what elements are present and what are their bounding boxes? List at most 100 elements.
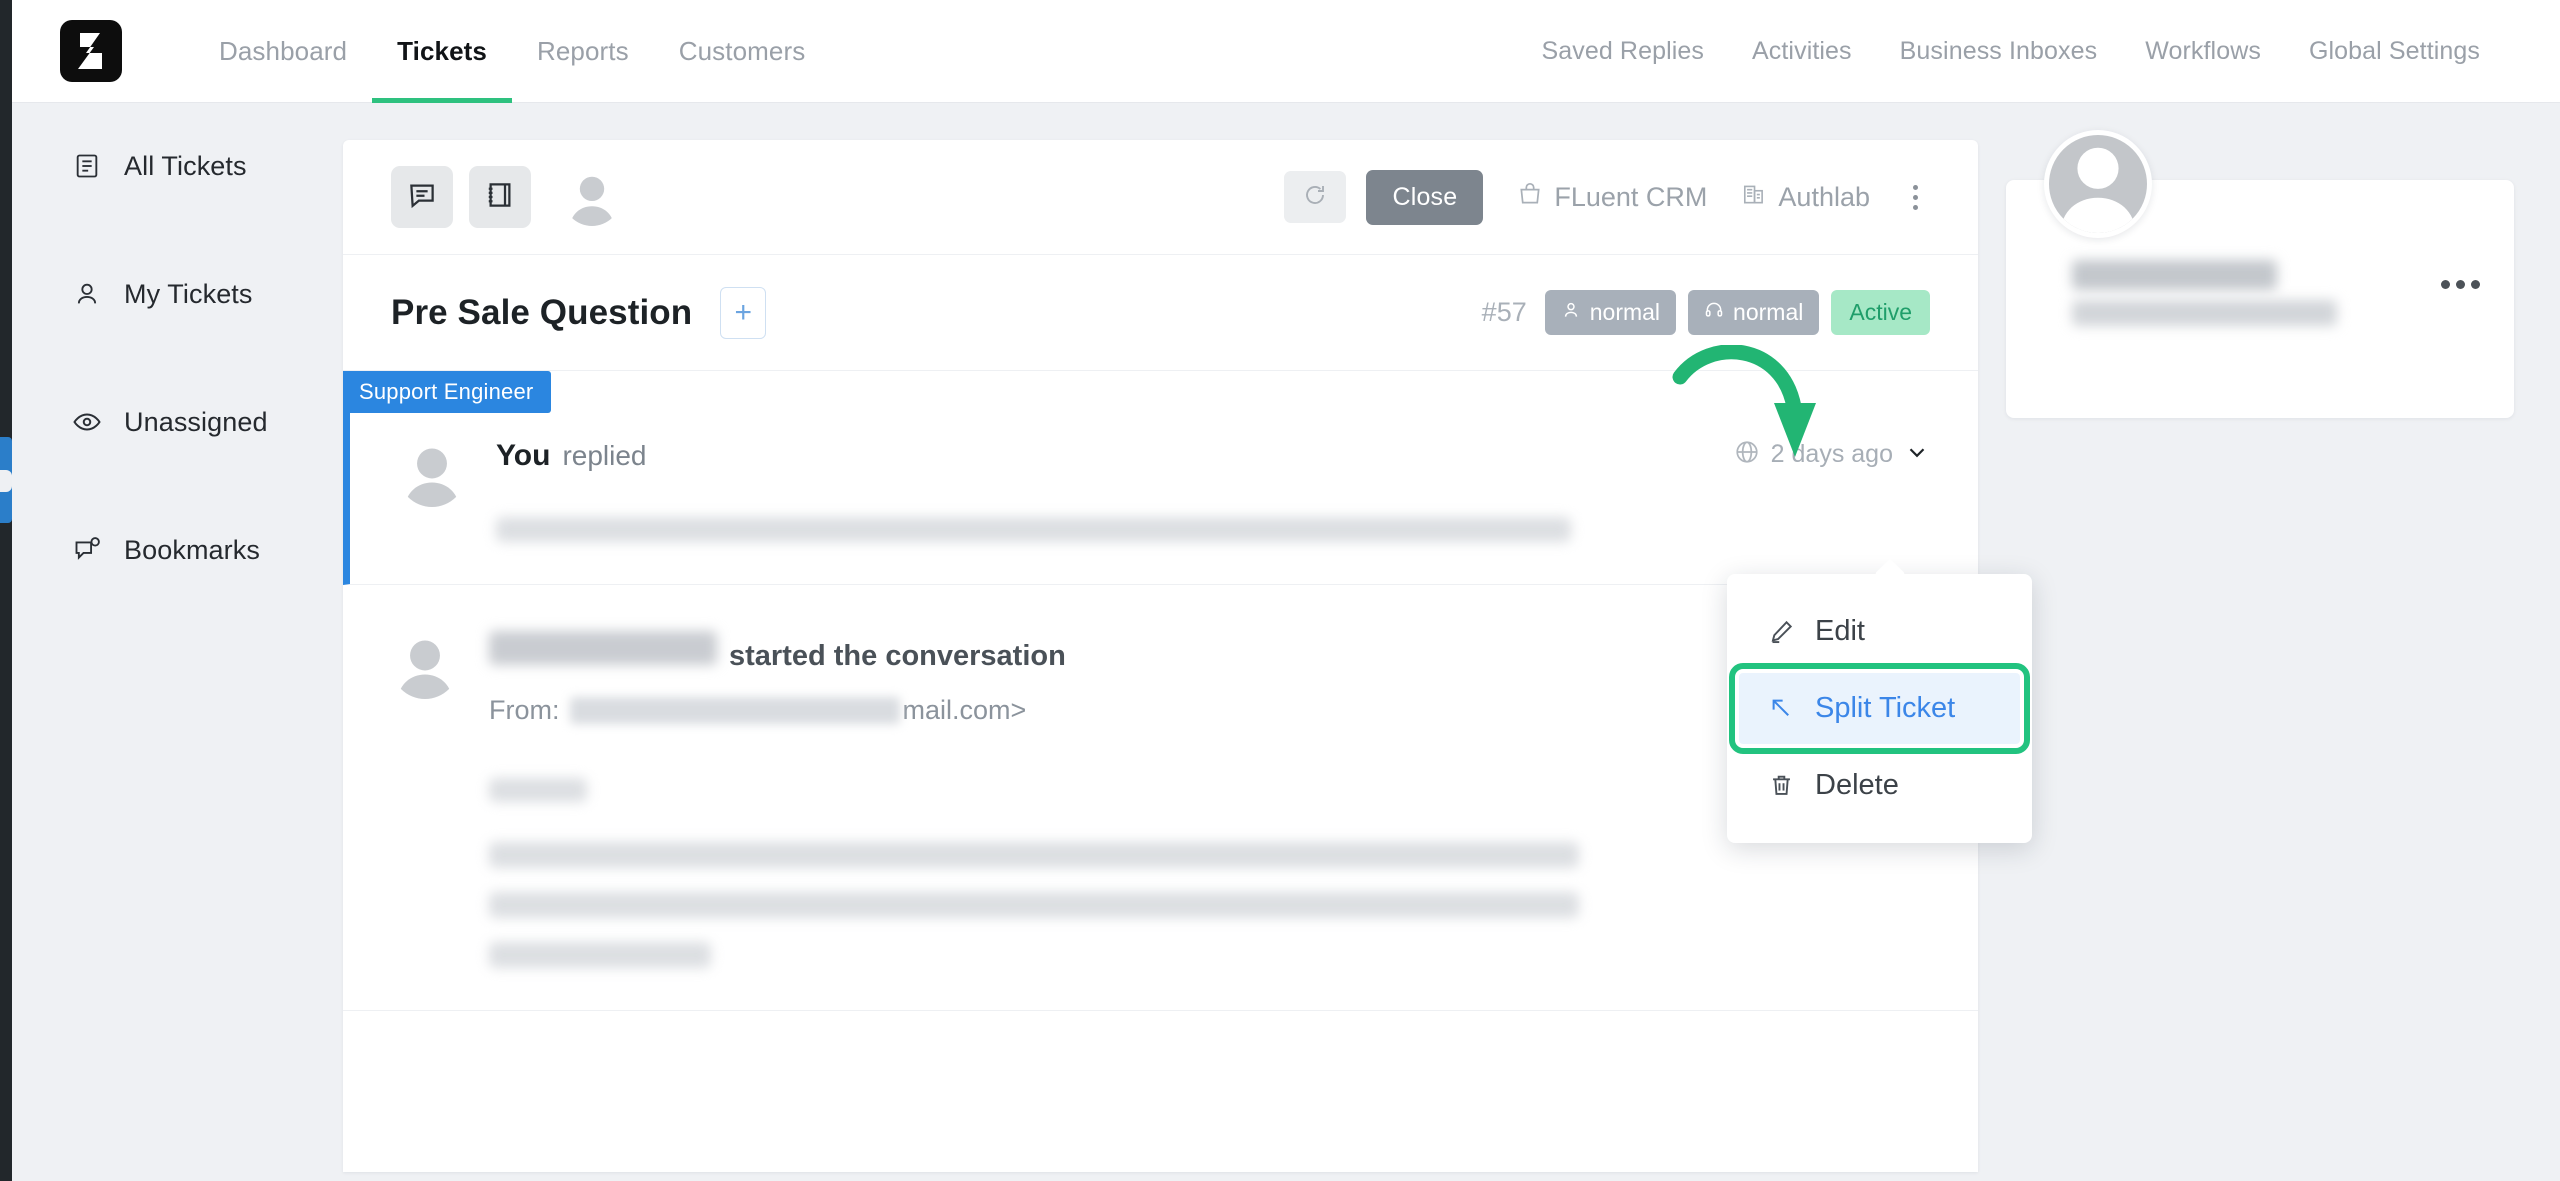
nav-item-tickets[interactable]: Tickets [372,0,512,103]
nav-label: Dashboard [219,35,348,66]
nav-item-business-inboxes[interactable]: Business Inboxes [1876,0,2122,103]
sidebar-item-all-tickets[interactable]: All Tickets [12,134,342,198]
nav-item-reports[interactable]: Reports [512,0,654,103]
left-rail-notch [0,470,12,492]
customer-email-redacted [2072,300,2337,326]
nav-item-workflows[interactable]: Workflows [2121,0,2285,103]
message-author-redacted [489,631,717,665]
pencil-icon [1767,618,1795,646]
ticket-toolbar-actions: Close FLuent CRM Authlab [1284,169,1930,225]
avatar-placeholder-icon [398,640,452,699]
message-author: You [496,439,551,472]
nav-item-customers[interactable]: Customers [654,0,831,103]
close-ticket-button[interactable]: Close [1366,169,1484,225]
sidebar-item-my-tickets[interactable]: My Tickets [12,262,342,326]
app-root: Dashboard Tickets Reports Customers Save… [0,0,2560,1181]
eye-icon [72,407,102,437]
status-badge-support[interactable]: normal [1688,290,1820,335]
nav-item-dashboard[interactable]: Dashboard [194,0,372,103]
message-body-redacted [496,517,1571,542]
nav-label: Global Settings [2308,36,2480,65]
status-badge-priority[interactable]: normal [1544,290,1677,335]
badge-label: normal [1589,299,1661,325]
message-header: started the conversation [489,631,1930,673]
globe-icon [1734,439,1760,470]
message-greeting-redacted [489,778,587,802]
ticket-toolbar: Close FLuent CRM Authlab [343,140,1978,255]
page-title: Pre Sale Question [391,292,693,332]
window-left-rail [0,0,12,1181]
ellipsis-icon[interactable] [2441,280,2480,289]
shopping-bag-icon [1517,181,1543,214]
avatar[interactable] [2044,130,2152,238]
chevron-down-icon[interactable] [1904,439,1930,470]
avatar [391,631,459,699]
message-body-redacted [489,892,1579,918]
customer-name-redacted [2072,260,2277,290]
from-email-redacted [569,697,900,724]
nav-item-saved-replies[interactable]: Saved Replies [1518,0,1729,103]
nav-item-activities[interactable]: Activities [1728,0,1876,103]
message-header: You replied 2 days ago [496,439,1930,473]
headset-icon [1704,299,1724,326]
integration-label: FLuent CRM [1554,181,1708,212]
nav-label: Tickets [397,35,487,66]
dropdown-item-edit[interactable]: Edit [1727,596,2032,667]
from-row: From: mail.com> [489,695,1930,726]
message-meta: 2 days ago [1734,439,1930,470]
ticket-title-row: Pre Sale Question + #57 normal normal Ac… [343,255,1978,371]
assignee-avatar[interactable] [563,168,621,226]
refresh-icon [1303,183,1327,212]
dropdown-item-delete[interactable]: Delete [1727,750,2032,821]
message-action: replied [562,440,647,471]
from-label: From: [489,695,560,725]
nav-label: Customers [678,35,806,66]
ticket-meta: #57 normal normal Active [1482,290,1930,335]
primary-nav: Dashboard Tickets Reports Customers [194,0,830,103]
message-actions-dropdown: Edit Split Ticket Delete [1727,574,2032,843]
nav-item-global-settings[interactable]: Global Settings [2285,0,2504,103]
chat-bubble-icon [407,180,437,215]
sidebar-item-bookmarks[interactable]: Bookmarks [12,518,342,582]
integration-link-fluent-crm[interactable]: FLuent CRM [1517,181,1707,214]
dropdown-item-label: Split Ticket [1815,692,1956,724]
from-email-suffix: mail.com> [902,695,1027,725]
avatar-placeholder-icon [405,448,459,507]
integration-label: Authlab [1778,181,1870,212]
message-timestamp: 2 days ago [1770,440,1893,468]
avatar [398,439,466,507]
nav-label: Workflows [2145,36,2261,65]
add-tag-button[interactable]: + [720,286,767,339]
nav-label: Business Inboxes [1899,36,2098,65]
kebab-menu-icon[interactable] [1900,172,1930,222]
user-icon [1561,299,1581,326]
nav-label: Saved Replies [1541,36,1705,65]
nav-label: Reports [536,35,629,66]
trash-icon [1767,772,1795,800]
sidebar-item-label: Bookmarks [124,534,260,565]
badge-label: Active [1849,299,1912,325]
refresh-button[interactable] [1284,171,1347,223]
notes-view-button[interactable] [469,166,531,228]
dropdown-item-label: Delete [1815,769,1899,801]
secondary-nav: Saved Replies Activities Business Inboxe… [1518,0,2505,103]
sidebar-item-label: Unassigned [124,406,268,437]
user-icon [72,279,102,309]
arrow-up-left-icon [1767,695,1795,723]
message-action: started the conversation [729,640,1066,672]
conversation-view-button[interactable] [391,166,453,228]
document-list-icon [72,151,102,181]
sidebar-item-unassigned[interactable]: Unassigned [12,390,342,454]
ticket-number: #57 [1481,297,1527,327]
avatar-placeholder-icon [570,176,614,226]
sidebar-item-label: All Tickets [124,150,247,181]
app-logo[interactable] [60,20,122,82]
badge-label: normal [1733,299,1804,325]
integration-link-authlab[interactable]: Authlab [1741,181,1870,214]
message-agent-reply: Support Engineer You replied 2 days ago [343,371,1978,585]
dropdown-item-split-ticket[interactable]: Split Ticket [1729,663,2030,754]
message-body-redacted [489,842,1579,868]
avatar-placeholder-icon [2060,147,2136,233]
status-badge-state[interactable]: Active [1831,290,1930,335]
building-icon [1741,181,1767,214]
